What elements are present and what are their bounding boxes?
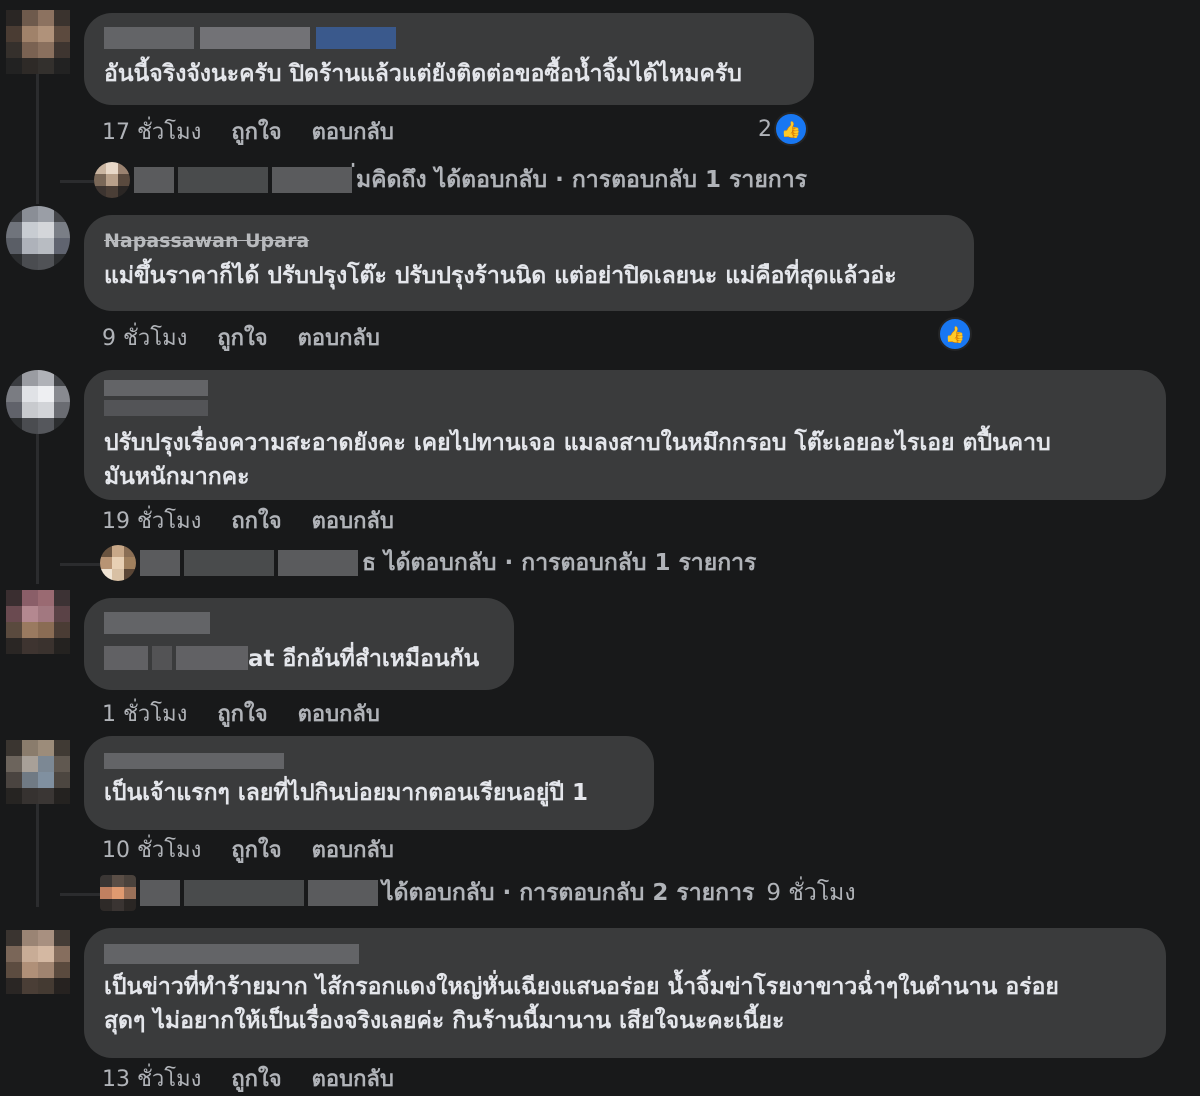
comment-text: เป็นข่าวที่ทำร้ายมาก ไส้กรอกแดงใหญ่หั่นเ… bbox=[104, 974, 1059, 1034]
like-button[interactable]: ถูกใจ bbox=[217, 320, 267, 355]
reaction-count[interactable]: 2 👍 bbox=[758, 112, 808, 146]
reply-button[interactable]: ตอบกลับ bbox=[298, 320, 380, 355]
reply-button[interactable]: ตอบกลับ bbox=[312, 503, 394, 538]
avatar[interactable] bbox=[6, 206, 70, 270]
comment-body: อีกอันที่สำเหมือนกัน bbox=[274, 646, 480, 672]
avatar[interactable] bbox=[6, 370, 70, 434]
comment-bubble: เป็นข่าวที่ทำร้ายมาก ไส้กรอกแดงใหญ่หั่นเ… bbox=[84, 928, 1166, 1058]
thumbs-up-icon: 👍 bbox=[938, 317, 972, 351]
like-button[interactable]: ถูกใจ bbox=[231, 114, 281, 149]
author-name[interactable]: Napassawan Upara bbox=[104, 229, 952, 253]
like-button[interactable]: ถูกใจ bbox=[231, 832, 281, 867]
comment-meta: 9 ชั่วโมง ถูกใจ ตอบกลับ bbox=[102, 320, 380, 355]
view-replies-link[interactable]: ธ ได้ตอบกลับ · การตอบกลับ 1 รายการ bbox=[100, 543, 756, 583]
reply-connector bbox=[60, 893, 100, 896]
comment-bubble: Napassawan Upara แม่ขึ้นราคาก็ได้ ปรับปร… bbox=[84, 215, 974, 311]
reply-avatar bbox=[94, 162, 130, 198]
author-name[interactable] bbox=[104, 752, 632, 770]
comment-bubble: ปรับปรุงเรื่องความสะอาดยังคะ เคยไปทานเจอ… bbox=[84, 370, 1166, 500]
reply-button[interactable]: ตอบกลับ bbox=[298, 696, 380, 731]
reply-avatar bbox=[100, 545, 136, 581]
reaction-number: 2 bbox=[758, 116, 772, 142]
reply-button[interactable]: ตอบกลับ bbox=[312, 832, 394, 867]
thumbs-up-icon: 👍 bbox=[774, 112, 808, 146]
comment-meta: 10 ชั่วโมง ถูกใจ ตอบกลับ bbox=[102, 832, 394, 867]
comment-text: at อีกอันที่สำเหมือนกัน bbox=[104, 642, 492, 676]
comment-time[interactable]: 10 ชั่วโมง bbox=[102, 832, 201, 867]
reply-author-blur bbox=[140, 550, 358, 576]
mention-tag[interactable]: at bbox=[248, 642, 275, 676]
thread-line bbox=[36, 74, 39, 204]
thread-line bbox=[36, 434, 39, 584]
reply-connector bbox=[60, 563, 100, 566]
like-button[interactable]: ถกใจ bbox=[231, 503, 281, 538]
comment-time[interactable]: 17 ชั่วโมง bbox=[102, 114, 201, 149]
comment-text: อันนี้จริงจังนะครับ ปิดร้านแล้วแต่ยังติด… bbox=[104, 61, 742, 87]
comment-meta: 17 ชั่วโมง ถูกใจ ตอบกลับ bbox=[102, 114, 394, 149]
comment-bubble: at อีกอันที่สำเหมือนกัน bbox=[84, 598, 514, 690]
comment-text: แม่ขึ้นราคาก็ได้ ปรับปรุงโต๊ะ ปรับปรุงร้… bbox=[104, 263, 897, 289]
reply-author-blur bbox=[140, 880, 378, 906]
reply-author-blur bbox=[134, 167, 352, 193]
like-button[interactable]: ถูกใจ bbox=[217, 696, 267, 731]
avatar[interactable] bbox=[6, 930, 70, 994]
avatar[interactable] bbox=[6, 10, 70, 74]
comment-time[interactable]: 19 ชั่วโมง bbox=[102, 503, 201, 538]
reply-time: 9 ชั่วโมง bbox=[766, 880, 856, 906]
reply-avatar bbox=[100, 875, 136, 911]
comment-meta: 19 ชั่วโมง ถกใจ ตอบกลับ bbox=[102, 503, 394, 538]
comment-meta: 13 ชั่วโมง ถูกใจ ตอบกลับ bbox=[102, 1061, 394, 1096]
author-name[interactable] bbox=[104, 380, 1144, 420]
like-button[interactable]: ถูกใจ bbox=[231, 1061, 281, 1096]
comment-time[interactable]: 9 ชั่วโมง bbox=[102, 320, 187, 355]
mention-blur bbox=[104, 646, 248, 672]
reply-button[interactable]: ตอบกลับ bbox=[312, 114, 394, 149]
reaction-count[interactable]: 👍 bbox=[938, 317, 972, 351]
comment-bubble: เป็นเจ้าแรกๆ เลยที่ไปกินบ่อยมากตอนเรียนอ… bbox=[84, 736, 654, 830]
reply-button[interactable]: ตอบกลับ bbox=[312, 1061, 394, 1096]
author-name[interactable] bbox=[104, 944, 1144, 964]
view-replies-link[interactable]: ได้ตอบกลับ · การตอบกลับ 2 รายการ 9 ชั่วโ… bbox=[100, 873, 856, 913]
replies-summary: ธ ได้ตอบกลับ · การตอบกลับ 1 รายการ bbox=[362, 550, 757, 576]
comment-meta: 1 ชั่วโมง ถูกใจ ตอบกลับ bbox=[102, 696, 380, 731]
comment-bubble: อันนี้จริงจังนะครับ ปิดร้านแล้วแต่ยังติด… bbox=[84, 13, 814, 105]
reply-connector bbox=[60, 180, 94, 183]
author-name[interactable] bbox=[104, 610, 492, 636]
comment-time[interactable]: 1 ชั่วโมง bbox=[102, 696, 187, 731]
avatar[interactable] bbox=[6, 590, 70, 654]
author-name[interactable] bbox=[104, 25, 792, 51]
replies-summary: ่มคิดถึง ได้ตอบกลับ · การตอบกลับ 1 รายกา… bbox=[356, 167, 807, 193]
view-replies-link[interactable]: ่มคิดถึง ได้ตอบกลับ · การตอบกลับ 1 รายกา… bbox=[94, 160, 807, 200]
replies-summary: ได้ตอบกลับ · การตอบกลับ 2 รายการ bbox=[382, 880, 755, 906]
comment-text: เป็นเจ้าแรกๆ เลยที่ไปกินบ่อยมากตอนเรียนอ… bbox=[104, 780, 588, 806]
comment-text: ปรับปรุงเรื่องความสะอาดยังคะ เคยไปทานเจอ… bbox=[104, 430, 1051, 490]
comment-time[interactable]: 13 ชั่วโมง bbox=[102, 1061, 201, 1096]
avatar[interactable] bbox=[6, 740, 70, 804]
